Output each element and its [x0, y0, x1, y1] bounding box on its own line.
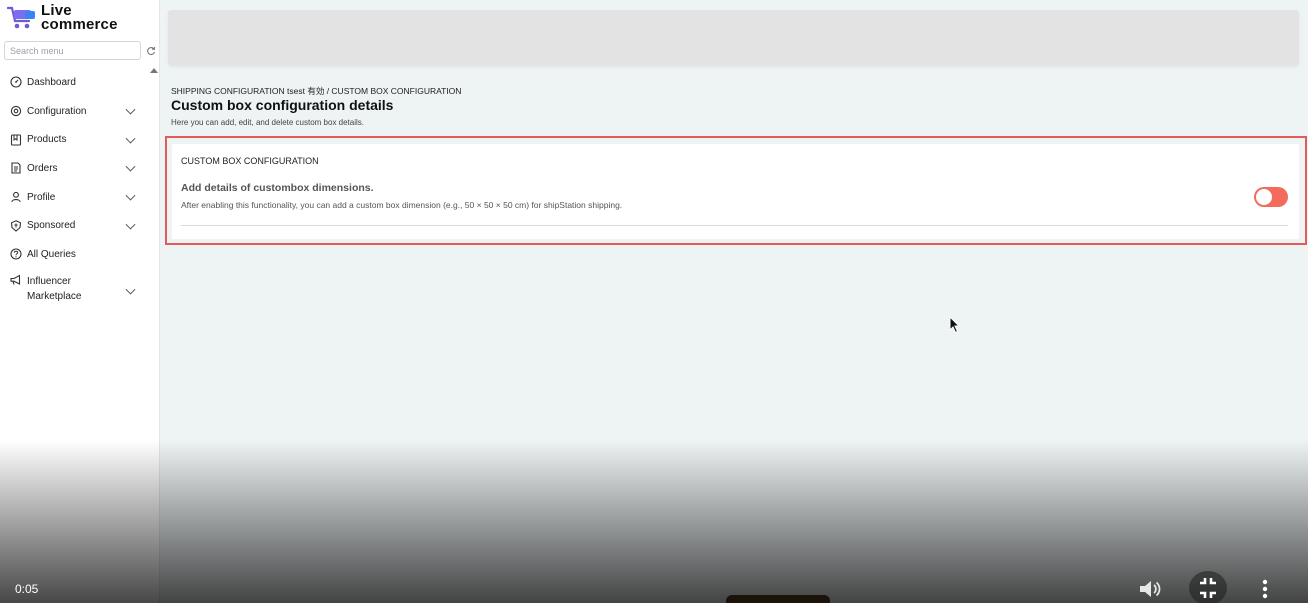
chevron-down-icon[interactable]	[125, 190, 136, 201]
card-subheading: Add details of custombox dimensions.	[181, 182, 374, 194]
card-description: After enabling this functionality, you c…	[181, 200, 623, 210]
megaphone-icon	[10, 274, 21, 285]
sidebar-item-sponsored[interactable]: Sponsored	[0, 211, 160, 240]
toggle-knob	[1256, 189, 1272, 205]
card-heading: CUSTOM BOX CONFIGURATION	[181, 156, 319, 166]
volume-icon[interactable]	[1138, 578, 1162, 600]
chevron-down-icon[interactable]	[125, 133, 136, 144]
video-time: 0:05	[15, 582, 39, 596]
sidebar-item-label: Influencer Marketplace	[27, 275, 82, 302]
sidebar: Live commerce Dashboard Configuration Pr…	[0, 0, 160, 603]
sidebar-item-label: Products	[27, 134, 67, 146]
more-vertical-icon[interactable]	[1258, 578, 1272, 600]
sidebar-item-influencer-marketplace[interactable]: Influencer Marketplace	[0, 269, 160, 313]
brand-name: Live commerce	[41, 3, 118, 33]
refresh-icon[interactable]	[146, 46, 156, 56]
top-bar	[168, 10, 1299, 65]
sidebar-nav: Dashboard Configuration Products Orders …	[0, 68, 160, 313]
sidebar-item-products[interactable]: Products	[0, 125, 160, 154]
question-icon	[10, 248, 22, 261]
cart-logo-icon	[7, 6, 35, 29]
breadcrumb[interactable]: SHIPPING CONFIGURATION tsest 有効 / CUSTOM…	[171, 85, 461, 97]
sidebar-item-label: Configuration	[27, 105, 87, 117]
search-row	[4, 41, 156, 60]
progress-pill	[726, 595, 830, 603]
fullscreen-exit-icon[interactable]	[1189, 571, 1227, 603]
sidebar-item-label: Profile	[27, 191, 56, 203]
mouse-cursor-icon	[949, 316, 961, 334]
sidebar-item-label: Orders	[27, 162, 58, 174]
dashboard-icon	[10, 76, 22, 88]
page-title: Custom box configuration details	[171, 97, 394, 113]
sidebar-item-all-queries[interactable]: All Queries	[0, 240, 160, 269]
fullscreen-exit-glyph	[1200, 578, 1216, 598]
sidebar-item-configuration[interactable]: Configuration	[0, 97, 160, 126]
badge-icon	[10, 219, 22, 232]
bookmark-icon	[10, 134, 22, 146]
custombox-toggle[interactable]	[1254, 187, 1288, 207]
logo[interactable]: Live commerce	[7, 3, 118, 33]
chevron-down-icon[interactable]	[125, 162, 136, 172]
brand-line-2: commerce	[41, 16, 118, 33]
sidebar-item-orders[interactable]: Orders	[0, 154, 160, 183]
sidebar-item-label: Dashboard	[27, 76, 76, 88]
sidebar-item-dashboard[interactable]: Dashboard	[0, 68, 160, 97]
gear-icon	[10, 105, 22, 117]
card-divider	[181, 225, 1288, 226]
user-icon	[11, 191, 21, 203]
chevron-down-icon[interactable]	[125, 104, 136, 115]
custom-box-config-card: CUSTOM BOX CONFIGURATION Add details of …	[172, 144, 1299, 239]
video-controls-gradient	[0, 440, 1308, 603]
chevron-down-icon[interactable]	[125, 284, 136, 295]
sidebar-item-profile[interactable]: Profile	[0, 183, 160, 212]
chevron-down-icon[interactable]	[125, 219, 136, 230]
sidebar-item-label: Sponsored	[27, 220, 76, 232]
page-description: Here you can add, edit, and delete custo…	[171, 118, 365, 127]
search-menu-input[interactable]	[4, 41, 141, 60]
sidebar-item-label: All Queries	[27, 248, 76, 260]
document-icon	[11, 162, 21, 174]
